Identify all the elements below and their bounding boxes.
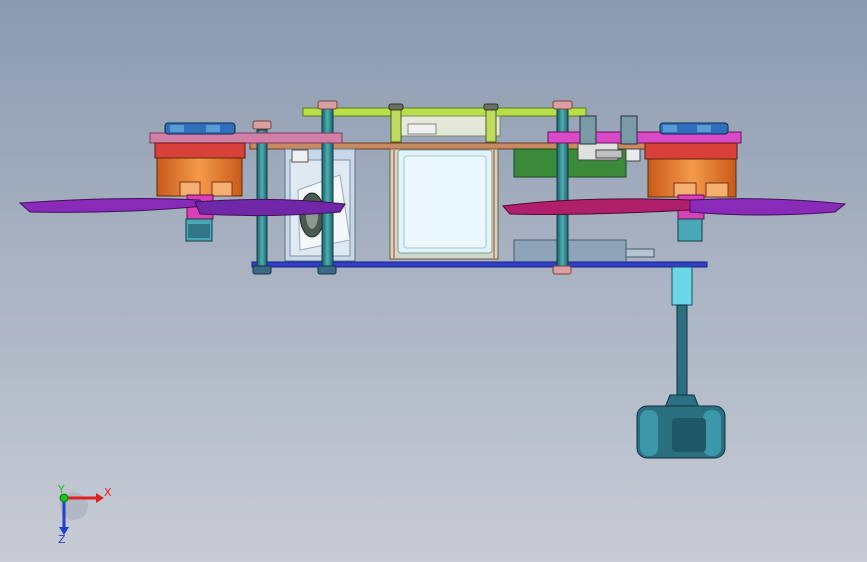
x-axis-label: X xyxy=(104,486,112,499)
cad-viewport[interactable]: X Y Z xyxy=(0,0,867,562)
battery-pack[interactable] xyxy=(389,148,499,260)
z-axis-label: Z xyxy=(58,533,66,546)
standoff[interactable] xyxy=(321,105,334,273)
viewport-background xyxy=(0,0,867,562)
standoff[interactable] xyxy=(556,105,569,273)
y-axis-label: Y xyxy=(57,483,65,496)
propeller-left-blade-b[interactable] xyxy=(194,198,346,217)
standoff[interactable] xyxy=(485,109,497,143)
drone-assembly-model[interactable]: X Y Z xyxy=(0,0,867,562)
standoff[interactable] xyxy=(390,109,402,143)
